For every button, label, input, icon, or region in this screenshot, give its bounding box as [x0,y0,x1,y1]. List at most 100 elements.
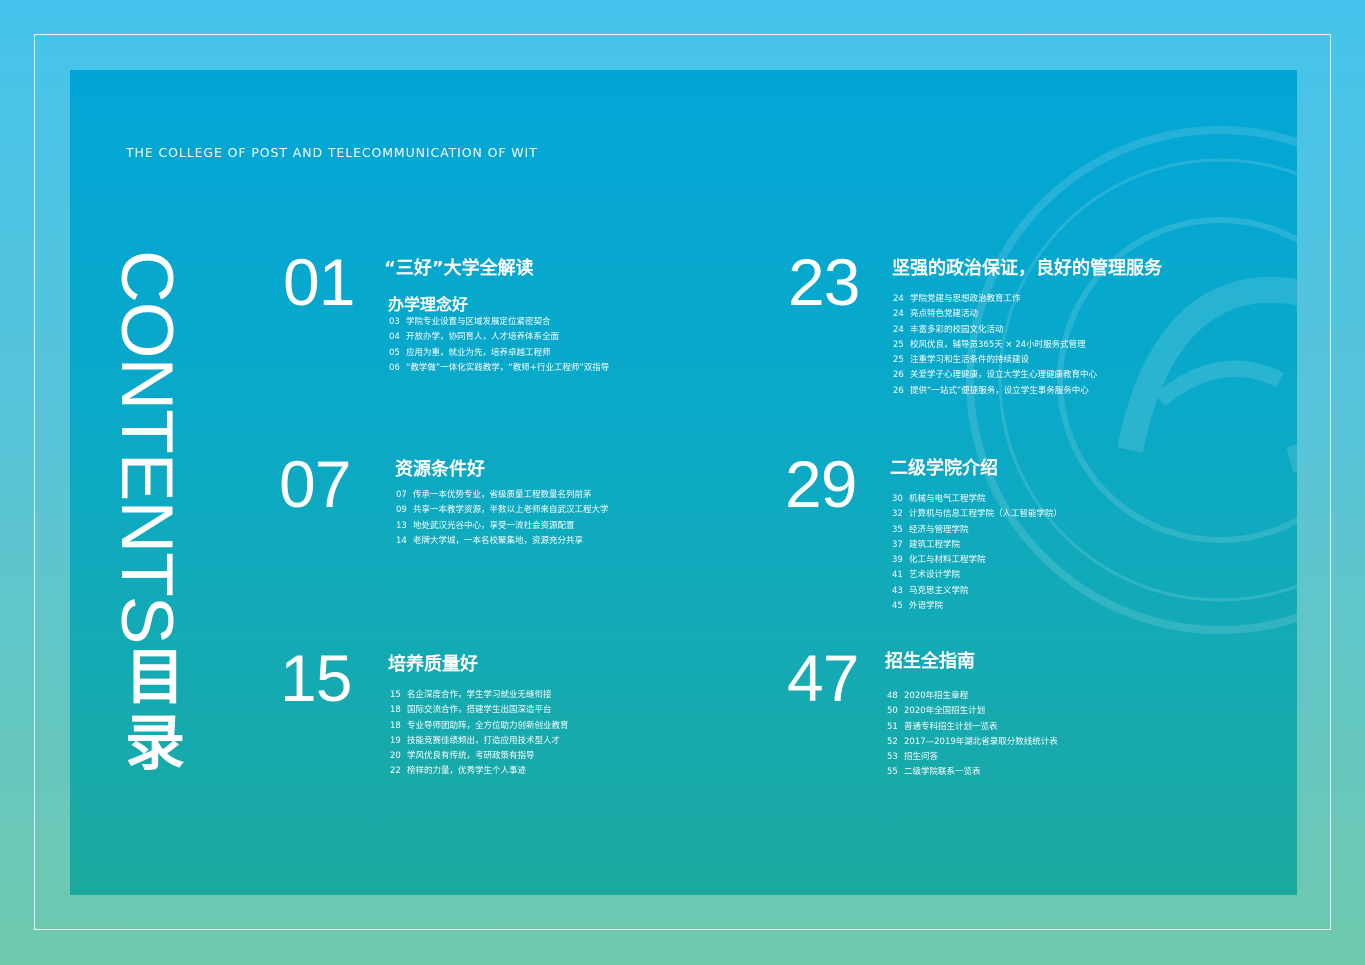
page-number: 24 [893,294,904,304]
page-number: 41 [892,570,903,581]
mulu-char-1: 目 [125,643,185,713]
section-item-list: 24 学院党建与思想政治教育工作 24 亮点特色党建活动 24 丰富多彩的校园文化活动… [893,292,1097,399]
item-text: 二级学院联系一览表 [904,767,981,778]
list-item[interactable]: 32 计算机与信息工程学院（人工智能学院） [892,507,1062,522]
item-text: 2020年全国招生计划 [904,706,986,717]
item-text: 2017—2019年湖北省录取分数线统计表 [904,736,1058,747]
section-item-list: 48 2020年招生章程 50 2020年全国招生计划 51 普通专科招生计划一览表 … [887,689,1058,781]
item-text: 学院专业设置与区域发展定位紧密契合 [406,317,551,327]
list-item[interactable]: 35 经济与管理学院 [892,523,1062,538]
item-text: 开放办学，协同育人，人才培养体系全面 [406,332,560,343]
item-text: 学风优良有传统，考研政策有指导 [407,751,535,762]
page-number: 39 [892,555,903,566]
page-number: 24 [893,309,904,320]
list-item[interactable]: 14 老牌大学城，一本名校聚集地，资源充分共享 [396,534,609,549]
list-item[interactable]: 20 学风优良有传统，考研政策有指导 [390,749,569,764]
list-item[interactable]: 25 校风优良，辅导员365天 × 24小时服务式管理 [893,338,1097,353]
page-number: 24 [893,324,904,335]
section-number: 23 [788,245,860,319]
list-item[interactable]: 15 名企深度合作，学生学习就业无缝衔接 [390,688,569,703]
list-item[interactable]: 06 “教学做”一体化实践教学，“教师+行业工程师”双指导 [389,361,609,376]
contents-panel [70,70,1297,895]
list-item[interactable]: 22 榜样的力量，优秀学生个人事迹 [390,764,569,779]
mulu-heading: 目 录 [124,645,186,777]
item-text: 地处武汉光谷中心，享受一流社会资源配置 [413,520,575,531]
list-item[interactable]: 48 2020年招生章程 [887,689,1058,704]
page-number: 14 [396,535,407,546]
list-item[interactable]: 19 技能竞赛佳绩频出，打造应用技术型人才 [390,734,569,749]
page-number: 25 [893,355,904,366]
section-title: 培养质量好 [388,654,478,675]
mulu-char-2: 录 [125,709,185,779]
item-text: 共享一本教学资源，半数以上老师来自武汉工程大学 [413,505,609,516]
list-item[interactable]: 07 传承一本优势专业，省级质量工程数量名列前茅 [396,488,609,503]
list-item[interactable]: 24 学院党建与思想政治教育工作 [893,292,1097,307]
section-number: 07 [279,447,351,521]
list-item[interactable]: 24 丰富多彩的校园文化活动 [893,323,1097,338]
page-number: 35 [892,524,903,535]
list-item[interactable]: 18 专业导师团助阵，全方位助力创新创业教育 [390,719,569,734]
section-subtitle: 办学理念好 [388,295,469,314]
list-item[interactable]: 03 学院专业设置与区域发展定位紧密契合 [389,315,609,330]
item-text: 提供“一站式”便捷服务，设立学生事务服务中心 [910,385,1089,396]
list-item[interactable]: 09 共享一本教学资源，半数以上老师来自武汉工程大学 [396,503,609,518]
item-text: 应用为重，就业为先，培养卓越工程师 [406,347,551,358]
list-item[interactable]: 53 招生问答 [887,750,1058,765]
item-text: 关爱学子心理健康，设立大学生心理健康教育中心 [910,370,1098,381]
page-number: 55 [887,767,898,778]
item-text: 建筑工程学院 [909,539,961,550]
college-subtitle: THE COLLEGE OF POST AND TELECOMMUNICATIO… [126,145,538,160]
list-item[interactable]: 26 关爱学子心理健康，设立大学生心理健康教育中心 [893,368,1097,383]
item-text: 榜样的力量，优秀学生个人事迹 [407,766,527,777]
page-number: 13 [396,520,407,531]
page-number: 05 [389,347,400,358]
list-item[interactable]: 51 普通专科招生计划一览表 [887,720,1058,735]
item-text: 计算机与信息工程学院（人工智能学院） [909,509,1063,520]
item-text: 校风优良，辅导员365天 × 24小时服务式管理 [910,339,1086,350]
list-item[interactable]: 18 国际交流合作，搭建学生出国深造平台 [390,703,569,718]
section-title: “三好”大学全解读 [384,258,534,279]
item-text: 国际交流合作，搭建学生出国深造平台 [407,705,552,716]
item-text: 老牌大学城，一本名校聚集地，资源充分共享 [413,535,584,546]
list-item[interactable]: 39 化工与材料工程学院 [892,553,1062,568]
page-number: 15 [390,690,401,700]
item-text: 丰富多彩的校园文化活动 [910,324,1004,335]
list-item[interactable]: 55 二级学院联系一览表 [887,765,1058,780]
item-text: 普通专科招生计划一览表 [904,721,998,732]
item-text: “教学做”一体化实践教学，“教师+行业工程师”双指导 [406,362,610,373]
page-number: 45 [892,601,903,612]
list-item[interactable]: 05 应用为重，就业为先，培养卓越工程师 [389,346,609,361]
page-number: 53 [887,752,898,763]
page-number: 52 [887,736,898,747]
item-text: 马克思主义学院 [909,585,969,596]
page-number: 07 [396,490,407,500]
list-item[interactable]: 50 2020年全国招生计划 [887,704,1058,719]
page-number: 18 [390,705,401,716]
item-text: 注重学习和生活条件的持续建设 [910,355,1030,366]
list-item[interactable]: 26 提供“一站式”便捷服务，设立学生事务服务中心 [893,384,1097,399]
list-item[interactable]: 41 艺术设计学院 [892,568,1062,583]
list-item[interactable]: 04 开放办学，协同育人，人才培养体系全面 [389,330,609,345]
item-text: 艺术设计学院 [909,570,961,581]
list-item[interactable]: 52 2017—2019年湖北省录取分数线统计表 [887,735,1058,750]
list-item[interactable]: 43 马克思主义学院 [892,584,1062,599]
list-item[interactable]: 24 亮点特色党建活动 [893,307,1097,322]
page-number: 26 [893,370,904,381]
page-number: 30 [892,494,903,504]
section-item-list: 03 学院专业设置与区域发展定位紧密契合 04 开放办学，协同育人，人才培养体系全面… [389,315,609,376]
item-text: 名企深度合作，学生学习就业无缝衔接 [407,690,552,700]
list-item[interactable]: 37 建筑工程学院 [892,538,1062,553]
page-number: 32 [892,509,903,520]
list-item[interactable]: 45 外语学院 [892,599,1062,614]
list-item[interactable]: 13 地处武汉光谷中心，享受一流社会资源配置 [396,519,609,534]
page-number: 03 [389,317,400,327]
section-title: 二级学院介绍 [890,458,998,479]
item-text: 技能竞赛佳绩频出，打造应用技术型人才 [407,735,561,746]
section-title: 招生全指南 [885,651,975,672]
item-text: 传承一本优势专业，省级质量工程数量名列前茅 [413,490,592,500]
page-number: 22 [390,766,401,777]
list-item[interactable]: 25 注重学习和生活条件的持续建设 [893,353,1097,368]
list-item[interactable]: 30 机械与电气工程学院 [892,492,1062,507]
item-text: 经济与管理学院 [909,524,969,535]
item-text: 学院党建与思想政治教育工作 [910,294,1021,304]
